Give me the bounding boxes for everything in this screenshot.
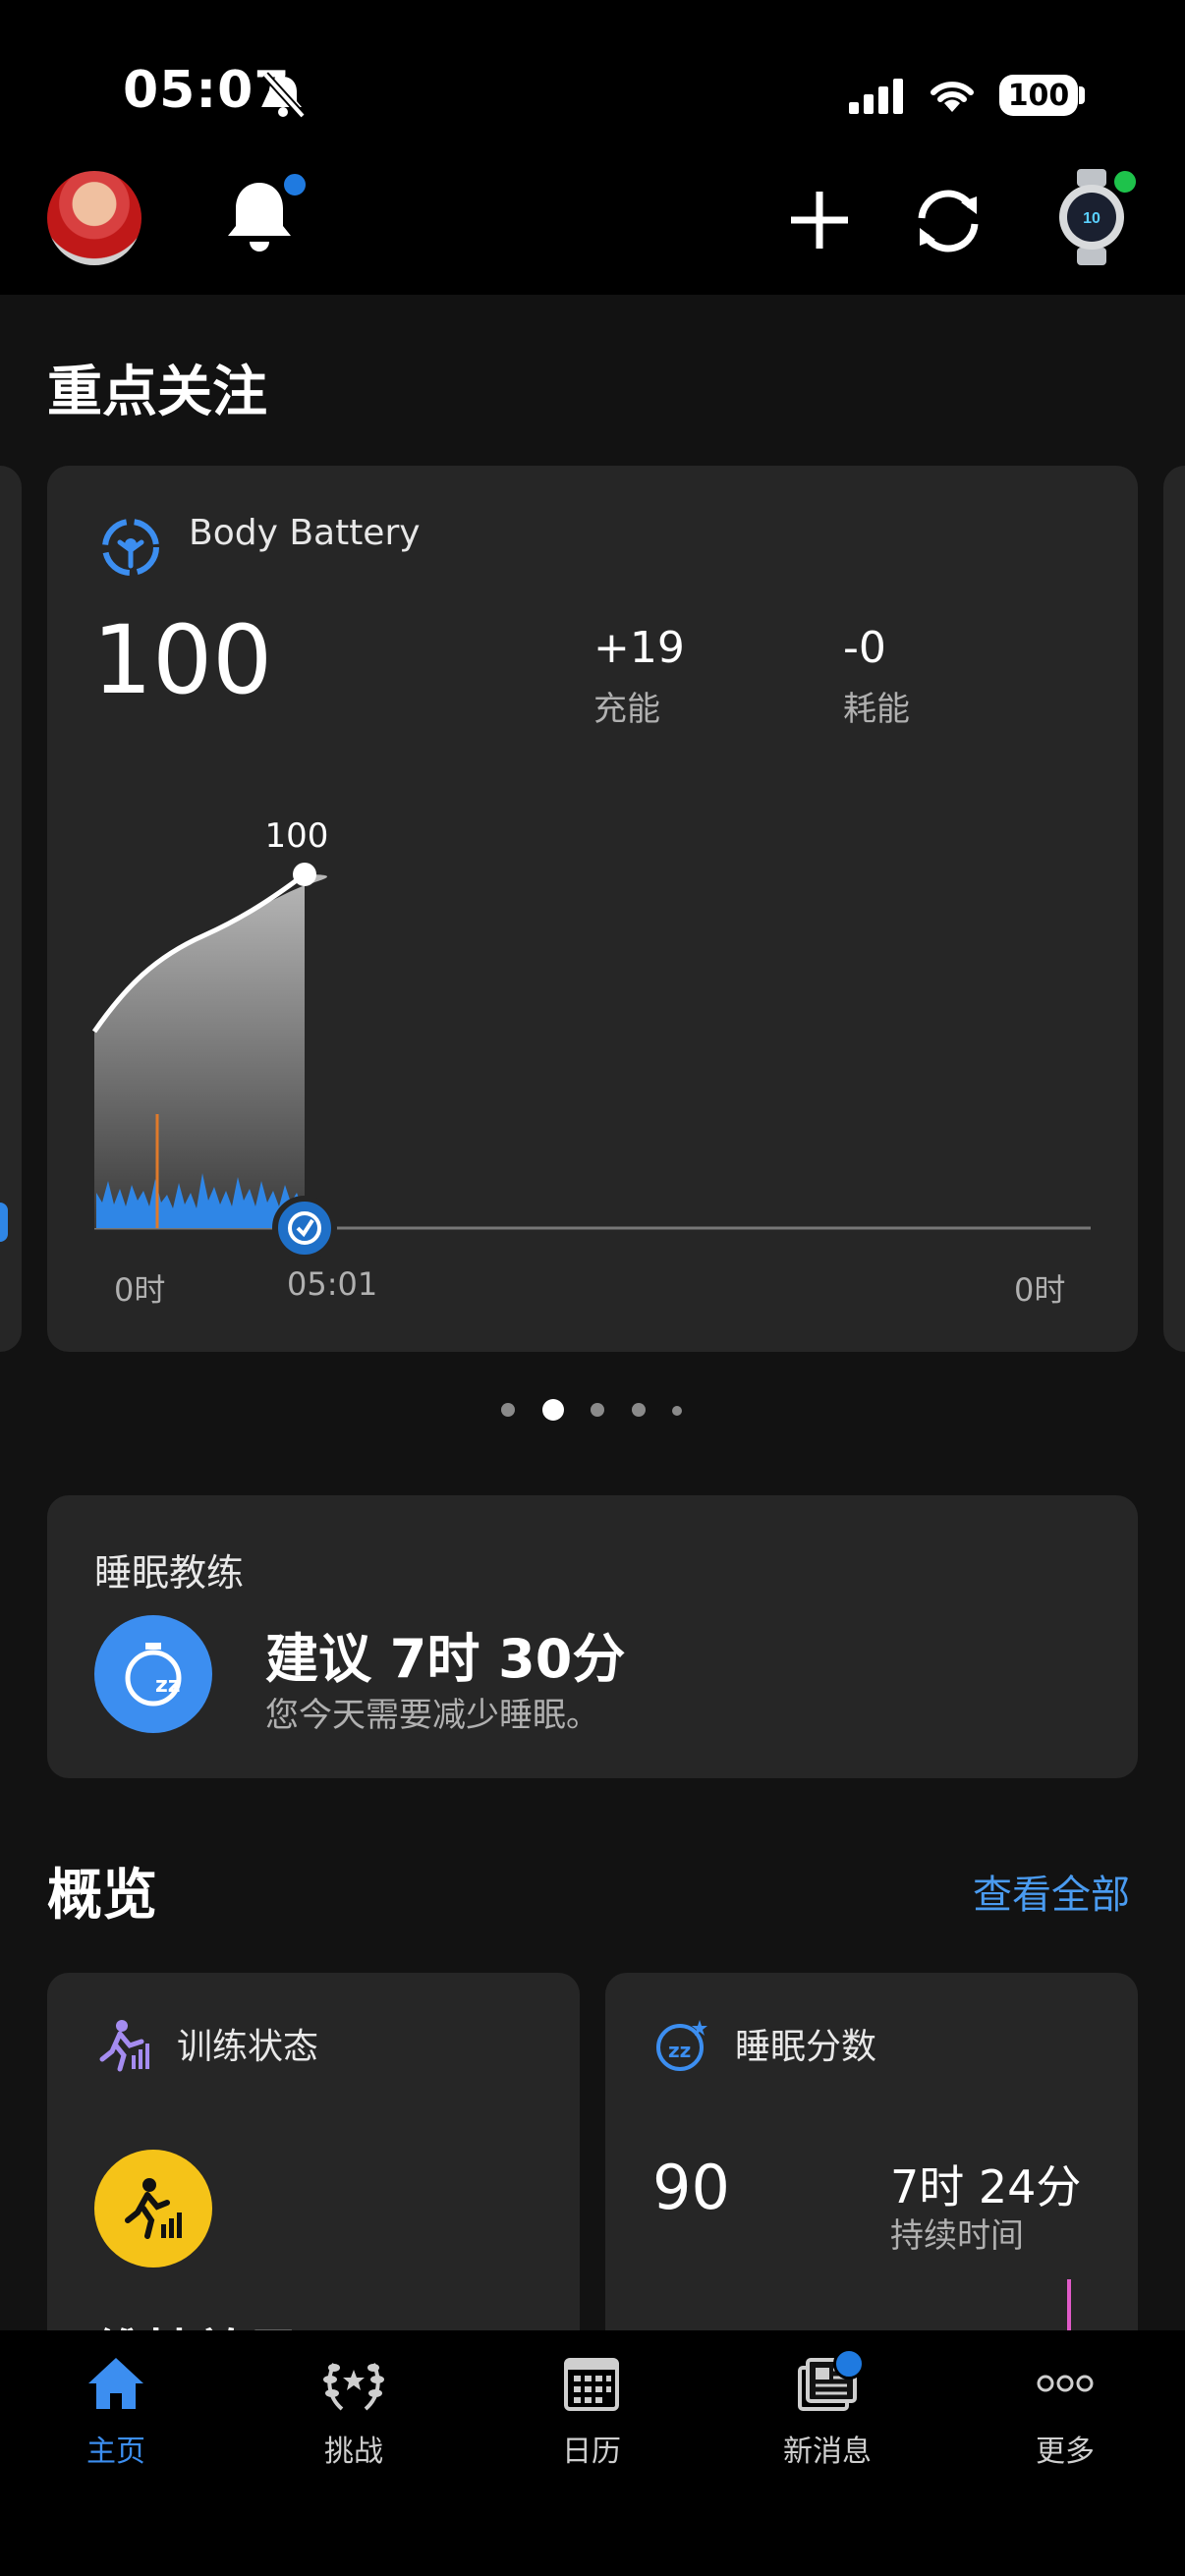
mute-icon bbox=[262, 72, 306, 119]
x-axis-start: 0时 bbox=[114, 1271, 166, 1309]
body-battery-icon bbox=[102, 519, 159, 576]
nav-home[interactable]: 主页 bbox=[37, 2354, 195, 2470]
next-card-peek[interactable] bbox=[1163, 466, 1185, 1352]
nav-challenges[interactable]: 挑战 bbox=[275, 2354, 432, 2470]
pager-dot-1[interactable] bbox=[501, 1403, 515, 1417]
sleep-score-title: 睡眠分数 bbox=[735, 2027, 877, 2067]
training-status-title: 训练状态 bbox=[177, 2027, 319, 2067]
avatar[interactable] bbox=[47, 171, 141, 265]
pager-dot-5[interactable] bbox=[672, 1406, 682, 1416]
battery-indicator: 100 bbox=[999, 75, 1078, 116]
nav-challenges-label: 挑战 bbox=[324, 2435, 383, 2469]
sleep-duration: 7时 24分 bbox=[890, 2160, 1082, 2213]
nav-news-label: 新消息 bbox=[783, 2435, 872, 2469]
nav-more-label: 更多 bbox=[1036, 2435, 1095, 2469]
pager-dot-2-active[interactable] bbox=[542, 1399, 564, 1421]
body-battery-card[interactable]: Body Battery 100 +19 充能 -0 耗能 100 0时 05:… bbox=[47, 466, 1138, 1352]
nav-more[interactable]: 更多 bbox=[987, 2354, 1144, 2470]
pager-dot-4[interactable] bbox=[632, 1403, 646, 1417]
sleep-score-value: 90 bbox=[652, 2152, 730, 2223]
nav-home-label: 主页 bbox=[86, 2435, 145, 2469]
svg-text:zz: zz bbox=[668, 2039, 691, 2062]
sleep-coach-title: 睡眠教练 bbox=[94, 1551, 245, 1595]
peak-label: 100 bbox=[265, 816, 329, 856]
nav-news[interactable]: 新消息 bbox=[749, 2354, 906, 2470]
charged-value: +19 bbox=[593, 623, 685, 673]
add-icon[interactable] bbox=[789, 190, 850, 251]
device-connected-dot bbox=[1110, 167, 1140, 196]
svg-text:zz: zz bbox=[155, 1673, 181, 1698]
laurel-icon bbox=[323, 2363, 384, 2411]
drained-value: -0 bbox=[843, 623, 886, 673]
nav-calendar[interactable]: 日历 bbox=[513, 2354, 670, 2470]
more-icon bbox=[1037, 2375, 1094, 2392]
body-battery-chart: 100 bbox=[91, 816, 1091, 1260]
x-axis-now: 05:01 bbox=[287, 1265, 378, 1303]
sleep-duration-label: 持续时间 bbox=[890, 2216, 1024, 2256]
sleep-score-icon: zz bbox=[656, 2020, 707, 2071]
svg-text:10: 10 bbox=[1083, 210, 1100, 227]
training-status-badge bbox=[94, 2150, 212, 2268]
previous-card-marker bbox=[0, 1203, 8, 1242]
sleep-coach-icon: zz bbox=[94, 1615, 212, 1733]
charged-label: 充能 bbox=[593, 690, 660, 729]
section-title-overview: 概览 bbox=[47, 1864, 157, 1928]
sleep-coach-headline: 建议 7时 30分 bbox=[265, 1628, 626, 1690]
signal-icon bbox=[849, 79, 903, 114]
view-all-link[interactable]: 查看全部 bbox=[973, 1863, 1130, 1920]
nav-calendar-label: 日历 bbox=[562, 2435, 621, 2469]
x-axis-end: 0时 bbox=[1014, 1271, 1066, 1309]
drained-label: 耗能 bbox=[843, 690, 910, 729]
battery-tip bbox=[1079, 86, 1085, 104]
sleep-coach-subtitle: 您今天需要减少睡眠。 bbox=[265, 1696, 599, 1735]
wifi-icon bbox=[931, 82, 974, 112]
training-status-icon bbox=[99, 2020, 149, 2072]
sync-icon[interactable] bbox=[908, 181, 988, 261]
notification-dot bbox=[280, 170, 310, 199]
section-title-highlights: 重点关注 bbox=[47, 361, 267, 424]
sleep-coach-card[interactable]: 睡眠教练 zz 建议 7时 30分 您今天需要减少睡眠。 bbox=[47, 1495, 1138, 1778]
peak-point bbox=[293, 863, 316, 886]
body-battery-value: 100 bbox=[92, 605, 273, 715]
calendar-icon bbox=[564, 2358, 619, 2411]
now-marker bbox=[272, 1196, 337, 1260]
top-bar bbox=[0, 0, 1185, 295]
home-icon bbox=[88, 2358, 143, 2409]
body-battery-title: Body Battery bbox=[189, 513, 421, 553]
battery-area bbox=[94, 874, 328, 1228]
pager-dot-3[interactable] bbox=[591, 1403, 604, 1417]
news-badge-dot bbox=[833, 2348, 865, 2380]
